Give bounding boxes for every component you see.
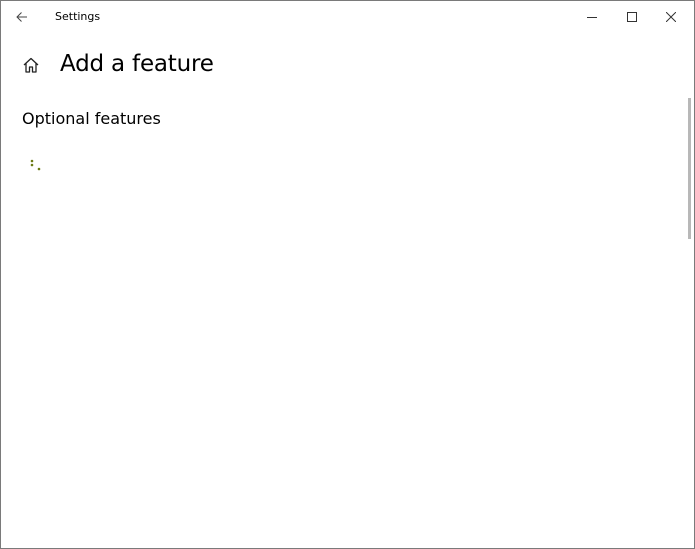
back-arrow-icon bbox=[16, 11, 27, 22]
back-button[interactable] bbox=[1, 1, 43, 32]
scrollbar[interactable] bbox=[688, 98, 691, 239]
loading-spinner bbox=[28, 158, 44, 174]
page-title: Add a feature bbox=[60, 51, 214, 77]
window-title: Settings bbox=[55, 10, 101, 23]
maximize-button[interactable] bbox=[612, 1, 652, 32]
title-bar: Settings bbox=[1, 1, 694, 32]
close-button[interactable] bbox=[651, 1, 691, 32]
section-title: Optional features bbox=[22, 109, 161, 128]
minimize-icon bbox=[587, 16, 597, 18]
close-icon bbox=[666, 11, 676, 22]
loading-spinner-icon bbox=[30, 159, 41, 171]
settings-window: Settings Add a feature Optional features bbox=[0, 0, 695, 549]
home-icon bbox=[23, 57, 39, 73]
minimize-button[interactable] bbox=[572, 1, 612, 32]
home-button[interactable] bbox=[22, 56, 40, 74]
maximize-icon bbox=[627, 11, 637, 22]
